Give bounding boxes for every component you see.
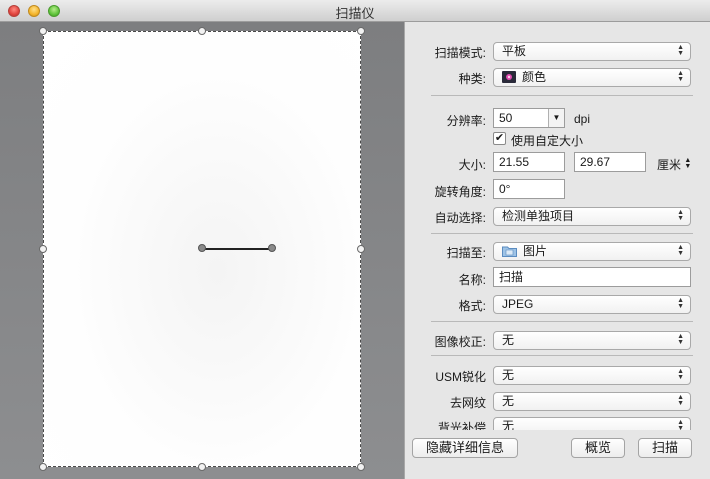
popup-arrows-icon: ▲ ▼ <box>677 368 684 381</box>
rotation-value: 0° <box>499 182 511 196</box>
descreen-value: 无 <box>502 394 515 408</box>
format-value: JPEG <box>502 297 534 311</box>
image-correction-popup[interactable]: 无 ▲ ▼ <box>493 331 691 350</box>
window-title: 扫描仪 <box>335 6 375 21</box>
size-unit-popup[interactable]: 厘米 ▲ ▼ <box>657 156 691 173</box>
backlight-value: 无 <box>502 419 515 430</box>
kind-label: 种类: <box>458 72 486 86</box>
scan-to-label: 扫描至: <box>446 246 486 260</box>
auto-select-value: 检测单独项目 <box>502 209 575 223</box>
mode-popup[interactable]: 平板 ▲ ▼ <box>493 42 691 61</box>
size-height-value: 29.67 <box>580 155 611 169</box>
folder-icon <box>502 245 517 262</box>
rotation-handle-knob[interactable] <box>268 244 276 252</box>
mode-label: 扫描模式: <box>434 46 486 60</box>
kind-value: 颜色 <box>522 70 547 84</box>
rotation-label: 旋转角度: <box>434 185 486 199</box>
scan-to-value: 图片 <box>523 244 548 258</box>
scan-button[interactable]: 扫描 <box>638 438 692 458</box>
rotation-handle-center[interactable] <box>198 244 206 252</box>
image-correction-value: 无 <box>502 333 515 347</box>
auto-select-label: 自动选择: <box>434 211 486 225</box>
size-unit-value: 厘米 <box>657 158 682 172</box>
resize-handle-bottom[interactable] <box>198 463 206 471</box>
usm-popup[interactable]: 无 ▲ ▼ <box>493 366 691 385</box>
descreen-popup[interactable]: 无 ▲ ▼ <box>493 392 691 411</box>
separator <box>431 321 693 322</box>
size-width-field[interactable]: 21.55 <box>493 152 565 172</box>
size-width-value: 21.55 <box>499 155 530 169</box>
separator <box>431 233 693 234</box>
popup-arrows-icon: ▲ ▼ <box>677 394 684 407</box>
settings-scroll-area[interactable]: 扫描模式: 平板 ▲ ▼ 种类: 颜色 ▲ ▼ 分辨率: 50 ▼ dpi ✔ 使用… <box>405 22 710 430</box>
format-label: 格式: <box>458 299 486 313</box>
resize-handle-bottom-left[interactable] <box>39 463 47 471</box>
color-flower-icon <box>502 71 516 88</box>
custom-size-label: 使用自定大小 <box>511 134 584 148</box>
settings-panel: 扫描模式: 平板 ▲ ▼ 种类: 颜色 ▲ ▼ 分辨率: 50 ▼ dpi ✔ 使用… <box>404 22 710 479</box>
popup-arrows-icon: ▲ ▼ <box>677 333 684 346</box>
resize-handle-top[interactable] <box>198 27 206 35</box>
scan-preview-area[interactable] <box>0 22 404 479</box>
unit-arrows-icon: ▲ ▼ <box>684 157 692 170</box>
separator <box>431 355 693 356</box>
popup-arrows-icon: ▲ ▼ <box>677 297 684 310</box>
resolution-field[interactable]: 50 ▼ <box>493 108 565 128</box>
rotation-handle-line[interactable] <box>204 248 272 250</box>
overview-button[interactable]: 概览 <box>571 438 625 458</box>
resize-handle-right[interactable] <box>357 245 365 253</box>
popup-arrows-icon: ▲ ▼ <box>677 419 684 430</box>
size-height-field[interactable]: 29.67 <box>574 152 646 172</box>
mode-value: 平板 <box>502 44 527 58</box>
size-label: 大小: <box>458 158 486 172</box>
name-label: 名称: <box>458 273 486 287</box>
resolution-unit: dpi <box>574 112 591 126</box>
resize-handle-bottom-right[interactable] <box>357 463 365 471</box>
popup-arrows-icon: ▲ ▼ <box>677 209 684 222</box>
resize-handle-top-right[interactable] <box>357 27 365 35</box>
resolution-value: 50 <box>499 111 513 125</box>
custom-size-checkbox[interactable]: ✔ <box>493 132 506 145</box>
image-correction-label: 图像校正: <box>434 335 486 349</box>
backlight-label: 背光补偿 <box>437 421 486 430</box>
usm-label: USM锐化 <box>435 370 486 384</box>
resize-handle-top-left[interactable] <box>39 27 47 35</box>
separator <box>431 95 693 96</box>
descreen-label: 去网纹 <box>449 396 486 410</box>
scan-to-popup[interactable]: 图片 ▲ ▼ <box>493 242 691 261</box>
backlight-popup[interactable]: 无 ▲ ▼ <box>493 417 691 430</box>
hide-details-button[interactable]: 隐藏详细信息 <box>412 438 518 458</box>
usm-value: 无 <box>502 368 515 382</box>
format-popup[interactable]: JPEG ▲ ▼ <box>493 295 691 314</box>
popup-arrows-icon: ▲ ▼ <box>677 44 684 57</box>
auto-select-popup[interactable]: 检测单独项目 ▲ ▼ <box>493 207 691 226</box>
resolution-dropdown-icon[interactable]: ▼ <box>548 109 564 127</box>
title-bar: 扫描仪 <box>0 0 710 22</box>
name-field[interactable]: 扫描 <box>493 267 691 287</box>
popup-arrows-icon: ▲ ▼ <box>677 244 684 257</box>
kind-popup[interactable]: 颜色 ▲ ▼ <box>493 68 691 87</box>
name-value: 扫描 <box>499 270 524 284</box>
resolution-label: 分辨率: <box>446 114 486 128</box>
rotation-field[interactable]: 0° <box>493 179 565 199</box>
resize-handle-left[interactable] <box>39 245 47 253</box>
popup-arrows-icon: ▲ ▼ <box>677 70 684 83</box>
